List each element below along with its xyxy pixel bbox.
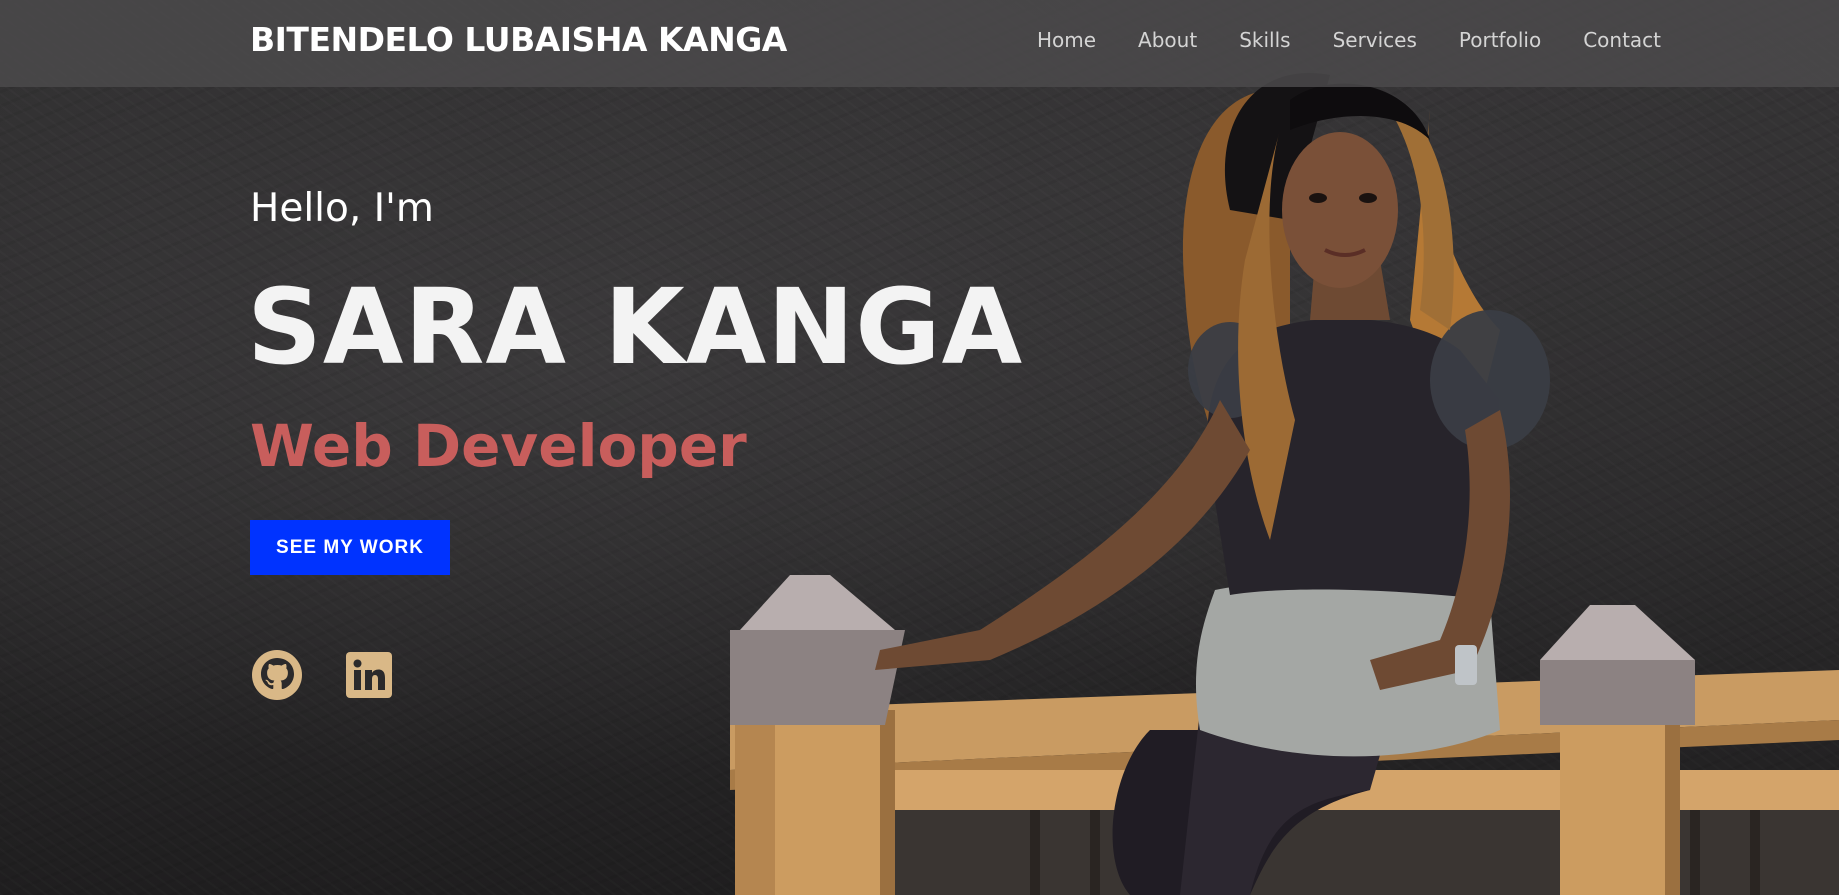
nav-link-home[interactable]: Home (1037, 28, 1096, 52)
portrait-photo (730, 72, 1839, 895)
hero-role: Web Developer (250, 412, 747, 480)
hero-name: SARA KANGA (247, 266, 1024, 388)
nav-link-contact[interactable]: Contact (1583, 28, 1661, 52)
see-my-work-button[interactable]: SEE MY WORK (250, 520, 450, 575)
site-brand[interactable]: BITENDELO LUBAISHA KANGA (250, 20, 787, 59)
nav-link-portfolio[interactable]: Portfolio (1459, 28, 1541, 52)
nav-link-skills[interactable]: Skills (1239, 28, 1290, 52)
github-icon (252, 650, 302, 700)
nav-link-about[interactable]: About (1138, 28, 1197, 52)
linkedin-link[interactable] (346, 649, 398, 701)
linkedin-icon (346, 652, 392, 698)
github-link[interactable] (251, 649, 303, 701)
top-navbar: BITENDELO LUBAISHA KANGA Home About Skil… (0, 0, 1839, 87)
nav-link-services[interactable]: Services (1333, 28, 1417, 52)
main-nav: Home About Skills Services Portfolio Con… (1037, 28, 1661, 52)
hero-greeting: Hello, I'm (250, 186, 434, 231)
